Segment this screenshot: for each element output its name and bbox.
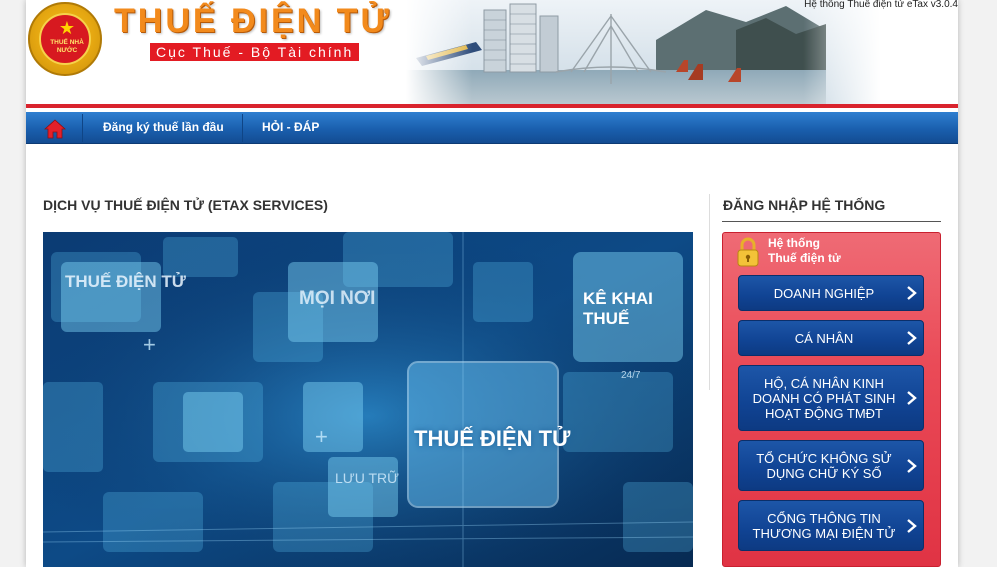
- nav-item-dang-ky-thue[interactable]: Đăng ký thuế lần đầu: [103, 112, 224, 144]
- banner-label: LƯU TRỮ: [335, 470, 400, 486]
- doanh-nghiep-button[interactable]: DOANH NGHIỆP: [738, 275, 924, 311]
- login-title: ĐĂNG NHẬP HỆ THỐNG: [723, 197, 886, 213]
- chevron-right-icon: [907, 331, 917, 345]
- site-subtitle: Cục Thuế - Bộ Tài chính: [150, 43, 360, 61]
- header-banner-image: [406, 0, 958, 104]
- nav-home[interactable]: [26, 112, 82, 144]
- panel-heading: Hệ thống Thuế điện tử: [768, 236, 841, 265]
- header: ★ THUẾ NHÀ NƯỚC THUẾ ĐIỆN TỬ Cục Thuế - …: [26, 0, 958, 104]
- chevron-right-icon: [907, 391, 917, 405]
- ho-ca-nhan-tmdt-button[interactable]: HỘ, CÁ NHÂN KINH DOANH CÓ PHÁT SINH HOẠT…: [738, 365, 924, 431]
- to-chuc-khong-chu-ky-so-button[interactable]: TỔ CHỨC KHÔNG SỬ DỤNG CHỮ KÝ SỐ: [738, 440, 924, 491]
- nav-item-hoi-dap[interactable]: HỎI - ĐÁP: [262, 112, 319, 144]
- chevron-right-icon: [907, 518, 917, 533]
- banner-label: KÊ KHAI THUẾ: [583, 289, 653, 328]
- star-icon: ★: [58, 18, 76, 38]
- cong-thong-tin-tmdt-button[interactable]: CỔNG THÔNG TIN THƯƠNG MẠI ĐIỆN TỬ: [738, 500, 924, 551]
- emblem-text: THUẾ NHÀ NƯỚC: [50, 39, 84, 54]
- banner-label: 24/7: [621, 370, 641, 381]
- home-icon: [44, 119, 66, 139]
- services-title: DỊCH VỤ THUẾ ĐIỆN TỬ (ETAX SERVICES): [43, 197, 328, 213]
- ca-nhan-button[interactable]: CÁ NHÂN: [738, 320, 924, 356]
- chevron-right-icon: [907, 458, 917, 473]
- services-banner: + + THUẾ ĐIỆN TỬ MỌI NƠI KÊ KHAI THUẾ TH…: [43, 232, 693, 567]
- banner-label: THUẾ ĐIỆN TỬ: [65, 272, 186, 291]
- version-text: Hệ thống Thuế điện tử eTax v3.0.4: [804, 0, 958, 10]
- emblem-logo: ★ THUẾ NHÀ NƯỚC: [28, 2, 102, 76]
- banner-label: THUẾ ĐIỆN TỬ: [414, 426, 571, 451]
- svg-text:+: +: [315, 424, 328, 449]
- chevron-right-icon: [907, 286, 917, 300]
- svg-text:+: +: [143, 332, 156, 357]
- main-nav: Đăng ký thuế lần đầu HỎI - ĐÁP: [26, 112, 958, 144]
- site-title: THUẾ ĐIỆN TỬ: [114, 2, 392, 40]
- login-panel: Hệ thống Thuế điện tử DOANH NGHIỆP CÁ NH…: [722, 232, 941, 567]
- lock-icon: [737, 237, 759, 267]
- page: ★ THUẾ NHÀ NƯỚC THUẾ ĐIỆN TỬ Cục Thuế - …: [26, 0, 958, 567]
- banner-label: MỌI NƠI: [299, 288, 376, 309]
